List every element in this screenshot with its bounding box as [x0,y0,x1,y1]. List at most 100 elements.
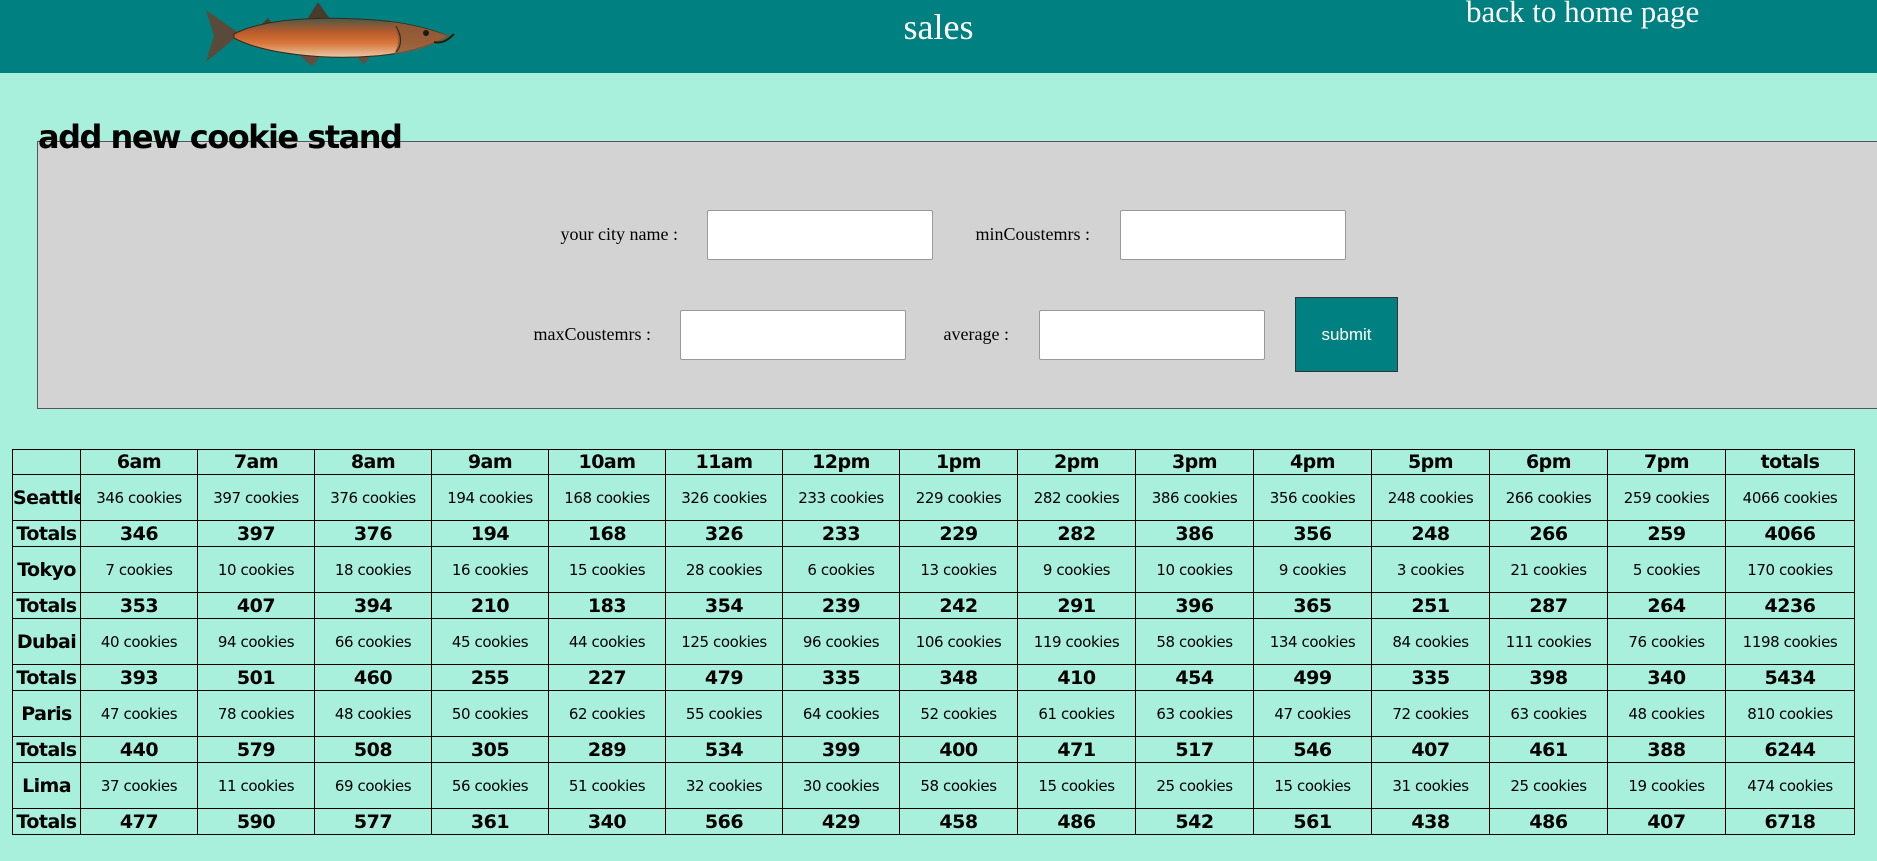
cookie-count-cell: 45 cookies [431,618,549,665]
cookie-count-cell: 194 cookies [431,474,549,521]
cookie-count-cell: 111 cookies [1489,618,1608,665]
running-total-cell: 346 [80,520,198,547]
city-name-cell: Paris [12,690,81,737]
running-total-cell: 486 [1489,808,1608,835]
cookie-count-cell: 4066 cookies [1725,474,1855,521]
totals-label-cell: Totals [12,664,81,691]
running-total-cell: 340 [548,808,666,835]
running-total-cell: 251 [1371,592,1490,619]
running-total-cell: 542 [1135,808,1254,835]
running-total-cell: 440 [80,736,198,763]
cookie-count-cell: 15 cookies [1253,762,1372,809]
cookie-count-cell: 56 cookies [431,762,549,809]
running-total-cell: 291 [1017,592,1136,619]
running-total-cell: 396 [1135,592,1254,619]
cookie-count-cell: 18 cookies [314,546,432,593]
sales-table: 6am 7am 8am 9am 10am 11am 12pm 1pm 2pm 3… [12,449,1855,835]
cookie-count-cell: 106 cookies [899,618,1018,665]
city-row: Tokyo 7 cookies 10 cookies 18 cookies 16 coo… [12,546,1855,593]
cookie-count-cell: 282 cookies [1017,474,1136,521]
cookie-count-cell: 376 cookies [314,474,432,521]
max-customers-input[interactable] [680,310,906,360]
cookie-count-cell: 47 cookies [80,690,198,737]
cookie-count-cell: 58 cookies [1135,618,1254,665]
running-total-cell: 501 [197,664,315,691]
running-total-cell: 393 [80,664,198,691]
cookie-count-cell: 66 cookies [314,618,432,665]
running-total-cell: 6244 [1725,736,1855,763]
cookie-count-cell: 78 cookies [197,690,315,737]
running-total-cell: 305 [431,736,549,763]
running-total-cell: 388 [1607,736,1726,763]
city-row: Dubai 40 cookies 94 cookies 66 cookies 45 co… [12,618,1855,665]
cookie-count-cell: 168 cookies [548,474,666,521]
cookie-count-cell: 397 cookies [197,474,315,521]
running-total-cell: 454 [1135,664,1254,691]
hour-header: 1pm [899,449,1018,475]
cookie-count-cell: 72 cookies [1371,690,1490,737]
running-total-cell: 335 [782,664,900,691]
running-total-cell: 471 [1017,736,1136,763]
cookie-count-cell: 51 cookies [548,762,666,809]
totals-row: Totals 440 579 508 305 289 534 399 400 471 517 546 4… [12,736,1855,763]
running-total-cell: 4236 [1725,592,1855,619]
cookie-count-cell: 6 cookies [782,546,900,593]
cookie-count-cell: 3 cookies [1371,546,1490,593]
header-bar: sales back to home page [0,0,1877,73]
running-total-cell: 477 [80,808,198,835]
running-total-cell: 458 [899,808,1018,835]
table-body: Seattle 346 cookies 397 cookies 376 cookies… [12,474,1855,835]
home-page-link[interactable]: back to home page [1466,0,1699,30]
min-customers-label: minCoustemrs : [975,224,1090,244]
average-label: average : [943,324,1009,344]
running-total-cell: 410 [1017,664,1136,691]
running-total-cell: 460 [314,664,432,691]
running-total-cell: 376 [314,520,432,547]
cookie-count-cell: 11 cookies [197,762,315,809]
city-name-cell: Lima [12,762,81,809]
cookie-count-cell: 15 cookies [548,546,666,593]
cookie-count-cell: 125 cookies [665,618,783,665]
totals-row: Totals 353 407 394 210 183 354 239 242 291 396 365 2… [12,592,1855,619]
city-name-cell: Dubai [12,618,81,665]
cookie-count-cell: 16 cookies [431,546,549,593]
hour-header: 3pm [1135,449,1254,475]
hour-header: 11am [665,449,783,475]
running-total-cell: 508 [314,736,432,763]
cookie-count-cell: 32 cookies [665,762,783,809]
cookie-count-cell: 58 cookies [899,762,1018,809]
corner-cell [12,449,81,475]
cookie-count-cell: 48 cookies [314,690,432,737]
running-total-cell: 486 [1017,808,1136,835]
submit-button[interactable]: submit [1295,297,1398,372]
running-total-cell: 400 [899,736,1018,763]
cookie-count-cell: 9 cookies [1017,546,1136,593]
cookie-count-cell: 21 cookies [1489,546,1608,593]
running-total-cell: 326 [665,520,783,547]
city-name-label: your city name : [560,224,678,244]
running-total-cell: 289 [548,736,666,763]
cookie-count-cell: 326 cookies [665,474,783,521]
cookie-count-cell: 810 cookies [1725,690,1855,737]
running-total-cell: 233 [782,520,900,547]
totals-row: Totals 477 590 577 361 340 566 429 458 486 542 561 4… [12,808,1855,835]
cookie-count-cell: 13 cookies [899,546,1018,593]
max-customers-label: maxCoustemrs : [533,324,652,344]
running-total-cell: 259 [1607,520,1726,547]
city-name-input[interactable] [707,210,933,260]
running-total-cell: 264 [1607,592,1726,619]
average-input[interactable] [1039,310,1265,360]
cookie-count-cell: 9 cookies [1253,546,1372,593]
running-total-cell: 255 [431,664,549,691]
running-total-cell: 590 [197,808,315,835]
cookie-count-cell: 10 cookies [197,546,315,593]
cookie-count-cell: 47 cookies [1253,690,1372,737]
running-total-cell: 546 [1253,736,1372,763]
running-total-cell: 479 [665,664,783,691]
running-total-cell: 6718 [1725,808,1855,835]
cookie-count-cell: 10 cookies [1135,546,1254,593]
running-total-cell: 227 [548,664,666,691]
running-total-cell: 579 [197,736,315,763]
running-total-cell: 168 [548,520,666,547]
min-customers-input[interactable] [1120,210,1346,260]
